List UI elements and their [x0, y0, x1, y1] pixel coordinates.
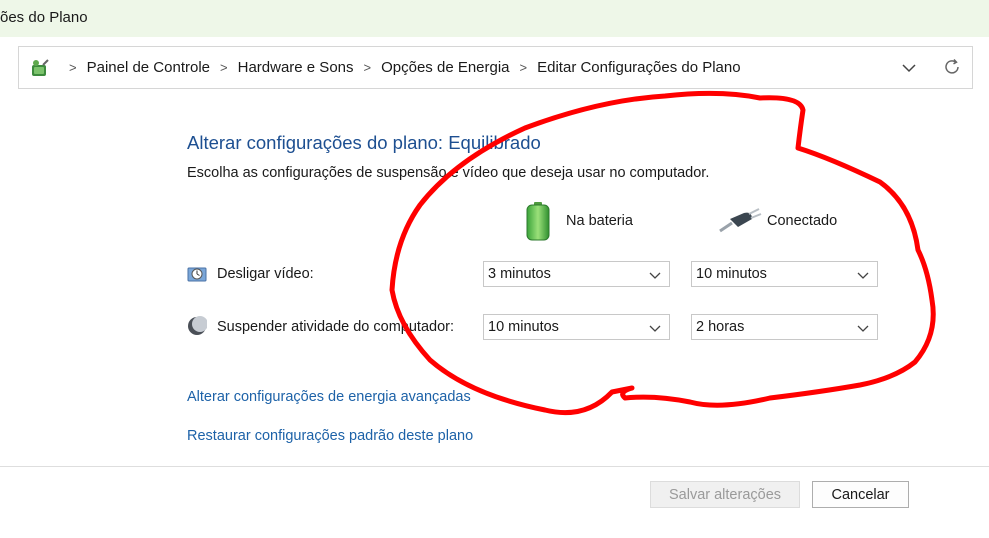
breadcrumb-item-hardware-sound[interactable]: Hardware e Sons — [238, 59, 354, 76]
advanced-power-settings-link[interactable]: Alterar configurações de energia avançad… — [187, 389, 471, 405]
page-subtitle: Escolha as configurações de suspensão e … — [187, 165, 710, 181]
display-off-battery-select[interactable]: 3 minutos — [483, 261, 670, 287]
column-header-plugged: Conectado — [767, 213, 838, 229]
sleep-plugged-value: 2 horas — [696, 319, 745, 335]
control-panel-icon — [32, 59, 49, 76]
breadcrumb-item-edit-plan[interactable]: Editar Configurações do Plano — [537, 59, 740, 76]
chevron-down-icon[interactable] — [901, 60, 917, 76]
battery-icon — [526, 202, 550, 241]
display-clock-icon — [187, 267, 207, 282]
chevron-down-icon — [857, 325, 869, 332]
save-button[interactable]: Salvar alterações — [650, 481, 800, 508]
chevron-right-icon: > — [220, 60, 228, 75]
chevron-down-icon — [649, 325, 661, 332]
chevron-down-icon — [857, 272, 869, 279]
chevron-right-icon: > — [363, 60, 372, 75]
page-title: Alterar configurações do plano: Equilibr… — [187, 132, 541, 153]
setting-label-sleep: Suspender atividade do computador: — [217, 319, 454, 335]
sleep-battery-select[interactable]: 10 minutos — [483, 314, 670, 340]
footer-divider — [0, 466, 989, 467]
display-off-plugged-select[interactable]: 10 minutos — [691, 261, 878, 287]
chevron-right-icon: > — [69, 60, 77, 75]
breadcrumb-item-power-options[interactable]: Opções de Energia — [381, 59, 509, 76]
sleep-plugged-select[interactable]: 2 horas — [691, 314, 878, 340]
sleep-battery-value: 10 minutos — [488, 319, 559, 335]
chevron-down-icon — [649, 272, 661, 279]
address-bar[interactable]: > Painel de Controle > Hardware e Sons >… — [18, 46, 973, 89]
refresh-icon[interactable] — [943, 58, 961, 76]
chevron-right-icon: > — [519, 60, 528, 75]
power-plug-icon — [719, 208, 762, 233]
column-header-battery: Na bateria — [566, 213, 633, 229]
display-off-battery-value: 3 minutos — [488, 266, 551, 282]
title-bar: ões do Plano — [0, 0, 989, 37]
setting-label-display-off: Desligar vídeo: — [217, 266, 314, 282]
moon-sleep-icon — [188, 316, 207, 335]
display-off-plugged-value: 10 minutos — [696, 266, 767, 282]
breadcrumb: > Painel de Controle > Hardware e Sons >… — [59, 47, 741, 88]
cancel-button[interactable]: Cancelar — [812, 481, 909, 508]
window-title: ões do Plano — [0, 9, 88, 26]
restore-defaults-link[interactable]: Restaurar configurações padrão deste pla… — [187, 428, 473, 444]
breadcrumb-item-control-panel[interactable]: Painel de Controle — [87, 59, 210, 76]
